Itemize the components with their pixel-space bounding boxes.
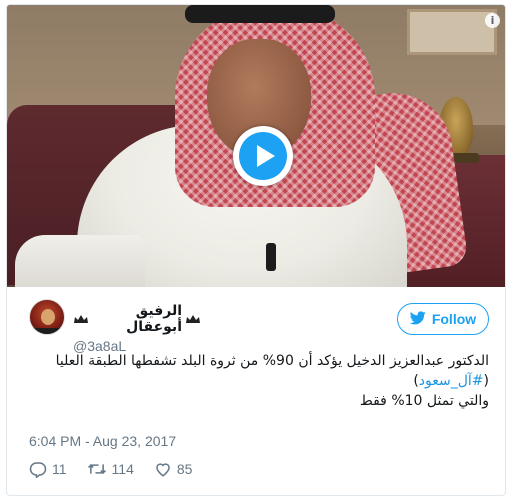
reply-count: 11	[52, 461, 67, 477]
like-action[interactable]: 85	[154, 460, 193, 478]
video-arm	[15, 235, 145, 287]
follow-label: Follow	[431, 311, 477, 327]
display-name-text: الرفيق أبوعقال	[126, 303, 182, 335]
reply-action[interactable]: 11	[29, 460, 67, 478]
hashtag-link[interactable]: #آل_سعود	[419, 373, 484, 389]
tweet-text-line2: والتي تمثل 10% فقط	[359, 393, 489, 409]
follow-button[interactable]: Follow	[397, 303, 489, 335]
display-name[interactable]: الرفيق أبوعقال	[73, 303, 201, 335]
reply-icon	[29, 460, 47, 478]
crown-icon	[73, 314, 89, 324]
tweet-timestamp[interactable]: 6:04 PM - Aug 23, 2017	[29, 433, 176, 449]
retweet-count: 114	[111, 461, 134, 477]
like-count: 85	[176, 461, 193, 477]
crown-icon	[185, 314, 201, 324]
retweet-icon	[87, 460, 107, 478]
video-microphone	[266, 243, 276, 271]
video-frame-decor	[407, 9, 497, 55]
avatar[interactable]	[29, 299, 65, 335]
user-names: الرفيق أبوعقال @3a8aL	[73, 303, 313, 354]
video-agal	[185, 5, 335, 23]
info-icon[interactable]: i	[485, 13, 500, 28]
heart-icon	[154, 460, 172, 478]
play-icon	[239, 132, 287, 180]
play-button[interactable]	[233, 126, 293, 186]
retweet-action[interactable]: 114	[87, 460, 134, 478]
tweet-text-line1: الدكتور عبدالعزيز الدخيل يؤكد أن 90% من …	[25, 351, 489, 391]
tweet-card: i الرفيق أبوعقال @3a8aL Follow الدكتور ع…	[6, 4, 506, 496]
tweet-actions: 11 114 85	[29, 460, 212, 478]
video-player[interactable]: i	[7, 5, 505, 287]
tweet-text: الدكتور عبدالعزيز الدخيل يؤكد أن 90% من …	[25, 351, 489, 411]
twitter-bird-icon	[409, 310, 426, 328]
